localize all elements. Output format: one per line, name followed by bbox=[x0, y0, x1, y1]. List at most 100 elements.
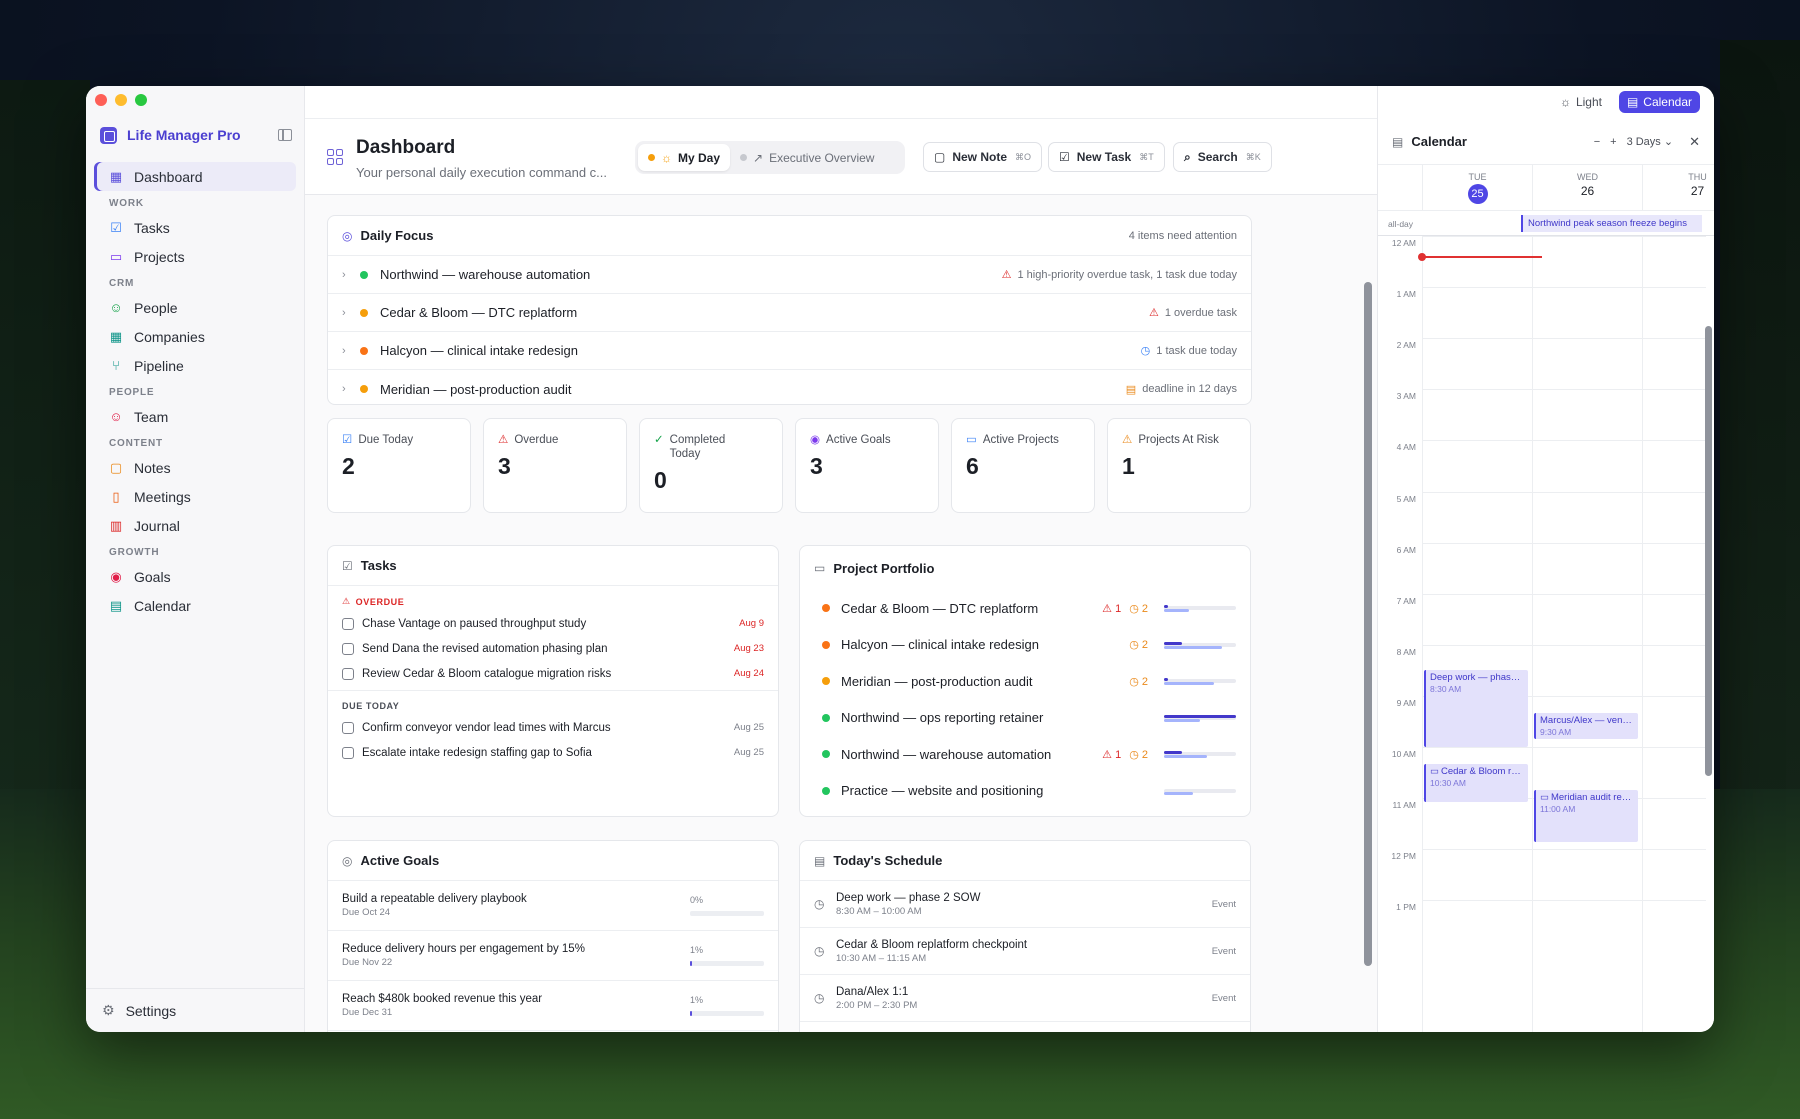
focus-item[interactable]: › Meridian — post-production audit ▤ deadli… bbox=[328, 370, 1251, 404]
task-row[interactable]: Send Dana the revised automation phasing… bbox=[328, 636, 778, 661]
page-title: Dashboard bbox=[356, 137, 456, 158]
minimize-window-button[interactable] bbox=[115, 94, 127, 106]
search-button[interactable]: ⌕ Search ⌘K bbox=[1173, 142, 1272, 172]
trend-icon: ↗ bbox=[753, 150, 764, 165]
gear-icon: ⚙ bbox=[102, 1002, 115, 1018]
stat-label-row: ⚠ Overdue bbox=[498, 433, 612, 447]
project-row[interactable]: Cedar & Bloom — DTC replatform ⚠ 1 ◷ 2 bbox=[800, 590, 1250, 627]
calendar-event[interactable]: Deep work — phase 2... 8:30 AM bbox=[1424, 670, 1528, 747]
project-row[interactable]: Northwind — warehouse automation ⚠ 1 ◷ 2 bbox=[800, 736, 1250, 773]
stat-label: Projects At Risk bbox=[1138, 434, 1219, 446]
calendar-event[interactable]: ▭ Meridian audit read... 11:00 AM bbox=[1534, 790, 1638, 842]
chevron-right-icon[interactable]: › bbox=[342, 307, 360, 319]
mode-my-day[interactable]: ☼ My Day bbox=[638, 144, 731, 171]
book-icon: ▥ bbox=[109, 517, 123, 533]
sidebar-item-settings[interactable]: ⚙ Settings bbox=[86, 988, 304, 1032]
goal-progress-bar bbox=[690, 1011, 764, 1016]
calendar-event[interactable]: Marcus/Alex — vendo... 9:30 AM bbox=[1534, 712, 1638, 740]
chevron-right-icon[interactable]: › bbox=[342, 345, 360, 357]
new-task-button[interactable]: ☑ New Task ⌘T bbox=[1048, 142, 1165, 172]
sidebar-collapse-icon[interactable] bbox=[278, 129, 292, 141]
task-checkbox[interactable] bbox=[342, 667, 354, 680]
schedule-item[interactable]: ◷ Dana/Alex 1:1 2:00 PM – 2:30 PM Event bbox=[800, 975, 1250, 1022]
card-header: ◎ Daily Focus 4 items need attention bbox=[328, 216, 1251, 256]
goal-row[interactable]: Build a repeatable delivery playbook Due … bbox=[328, 881, 778, 931]
task-title: Review Cedar & Bloom catalogue migration… bbox=[362, 667, 612, 680]
new-note-button[interactable]: ▢ New Note ⌘O bbox=[923, 142, 1043, 172]
project-flags: ⚠ 1 ◷ 2 bbox=[1102, 748, 1236, 761]
focus-item[interactable]: › Northwind — warehouse automation ⚠ 1 high… bbox=[328, 256, 1251, 294]
task-checkbox[interactable] bbox=[342, 746, 354, 759]
calendar-scrollbar[interactable] bbox=[1705, 326, 1712, 776]
chevron-right-icon[interactable]: › bbox=[342, 383, 360, 395]
chevron-right-icon[interactable]: › bbox=[342, 269, 360, 281]
project-row[interactable]: Meridian — post-production audit ◷ 2 bbox=[800, 663, 1250, 700]
zoom-window-button[interactable] bbox=[135, 94, 147, 106]
sidebar-item-journal[interactable]: ▥ Journal bbox=[94, 511, 296, 540]
sidebar-item-dashboard[interactable]: ▦ Dashboard bbox=[94, 162, 296, 191]
task-due-date: Aug 25 bbox=[733, 747, 764, 758]
day-number: 27 bbox=[1690, 184, 1705, 198]
goal-text: Reduce delivery hours per engagement by … bbox=[342, 943, 690, 968]
task-checkbox[interactable] bbox=[342, 642, 354, 655]
day-header[interactable]: WED 26 bbox=[1532, 165, 1642, 211]
task-checkbox[interactable] bbox=[342, 721, 354, 734]
schedule-item[interactable]: ◷ Cedar & Bloom replatform checkpoint 10:3… bbox=[800, 928, 1250, 975]
close-window-button[interactable] bbox=[95, 94, 107, 106]
dashboard-icon: ▦ bbox=[109, 168, 123, 184]
task-row[interactable]: Confirm conveyor vendor lead times with … bbox=[328, 715, 778, 740]
task-row[interactable]: Escalate intake redesign staffing gap to… bbox=[328, 740, 778, 765]
card-header: ▤ Today's Schedule bbox=[800, 841, 1250, 881]
card-title: Project Portfolio bbox=[833, 560, 935, 576]
day-header[interactable]: THU 27 bbox=[1642, 165, 1714, 211]
sidebar-item-tasks[interactable]: ☑ Tasks bbox=[94, 213, 296, 242]
theme-toggle[interactable]: ☼ Light bbox=[1560, 95, 1602, 109]
sidebar-item-projects[interactable]: ▭ Projects bbox=[94, 242, 296, 271]
event-title: Deep work — phase 2... bbox=[1430, 672, 1524, 684]
task-row[interactable]: Review Cedar & Bloom catalogue migration… bbox=[328, 661, 778, 686]
project-row[interactable]: Northwind — ops reporting retainer bbox=[800, 700, 1250, 737]
project-row[interactable]: Halcyon — clinical intake redesign ◷ 2 bbox=[800, 627, 1250, 664]
window-controls bbox=[95, 94, 147, 106]
sidebar-item-companies[interactable]: ▦ Companies bbox=[94, 322, 296, 351]
sidebar-item-team[interactable]: ☺ Team bbox=[94, 402, 296, 431]
sidebar-item-pipeline[interactable]: ⑂ Pipeline bbox=[94, 351, 296, 380]
focus-item-name: Cedar & Bloom — DTC replatform bbox=[380, 305, 578, 320]
sidebar-item-label: Team bbox=[134, 408, 169, 425]
time-grid[interactable]: 12 AM 1 AM 2 AM 3 AM 4 AM 5 AM 6 AM 7 AM 8 AM 9 A… bbox=[1378, 236, 1714, 1032]
focus-item[interactable]: › Cedar & Bloom — DTC replatform ⚠ 1 overdu… bbox=[328, 294, 1251, 332]
sidebar-item-people[interactable]: ☺ People bbox=[94, 293, 296, 322]
hour-label: 8 AM bbox=[1396, 646, 1416, 657]
range-select[interactable]: 3 Days ⌄ bbox=[1627, 135, 1674, 148]
people-icon: ☺ bbox=[109, 300, 123, 315]
goal-row[interactable]: Reduce delivery hours per engagement by … bbox=[328, 931, 778, 981]
zoom-in-button[interactable]: + bbox=[1610, 136, 1616, 148]
wallpaper-trees-right bbox=[1720, 40, 1800, 820]
overdue-section-label: ⚠ OVERDUE bbox=[328, 586, 778, 611]
main-scrollbar[interactable] bbox=[1364, 282, 1372, 966]
dashboard-content[interactable]: ◎ Daily Focus 4 items need attention › No… bbox=[305, 195, 1377, 1032]
stat-label: Due Today bbox=[358, 434, 414, 446]
day-header[interactable]: TUE 25 bbox=[1422, 165, 1532, 211]
calendar-toggle-button[interactable]: ▤ Calendar bbox=[1618, 91, 1700, 113]
mode-executive-overview[interactable]: ↗ Executive Overview bbox=[730, 144, 884, 171]
close-calendar-icon[interactable]: ✕ bbox=[1689, 134, 1700, 150]
task-row[interactable]: Chase Vantage on paused throughput study… bbox=[328, 611, 778, 636]
clock-icon: ◷ bbox=[814, 944, 825, 958]
sidebar-item-meetings[interactable]: ▯ Meetings bbox=[94, 482, 296, 511]
all-day-event[interactable]: Northwind peak season freeze begins bbox=[1521, 215, 1702, 232]
calendar-event[interactable]: ▭ Cedar & Bloom repl... 10:30 AM bbox=[1424, 763, 1528, 803]
sidebar-item-calendar[interactable]: ▤ Calendar bbox=[94, 591, 296, 620]
sidebar-item-goals[interactable]: ◉ Goals bbox=[94, 562, 296, 591]
goal-row[interactable]: Reach $480k booked revenue this year Due … bbox=[328, 981, 778, 1031]
schedule-item[interactable]: ◷ Deep work — phase 2 SOW 8:30 AM – 10:00 … bbox=[800, 881, 1250, 928]
sidebar-item-notes[interactable]: ▢ Notes bbox=[94, 453, 296, 482]
sidebar-item-label: Journal bbox=[134, 517, 180, 534]
hour-line bbox=[1422, 389, 1706, 391]
project-row[interactable]: Practice — website and positioning bbox=[800, 773, 1250, 810]
event-title-row: ▭ Meridian audit read... bbox=[1540, 792, 1634, 803]
zoom-out-button[interactable]: − bbox=[1594, 136, 1600, 148]
task-checkbox[interactable] bbox=[342, 617, 354, 630]
stat-card: ⚠ Overdue 3 bbox=[483, 418, 627, 513]
focus-item[interactable]: › Halcyon — clinical intake redesign ◷ 1 ta… bbox=[328, 332, 1251, 370]
